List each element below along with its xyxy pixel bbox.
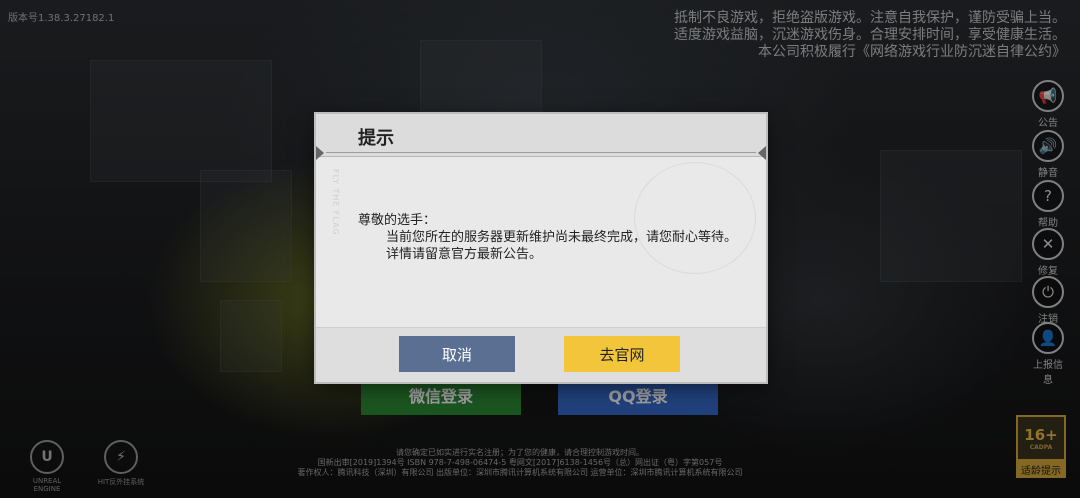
dialog-button-bar <box>316 327 766 382</box>
dialog-message: 尊敬的选手： 当前您所在的服务器更新维护尚未最终完成，请您耐心等待。详情请留意官… <box>358 212 738 263</box>
dialog-header: 提示 <box>316 114 766 157</box>
cancel-button[interactable]: 取消 <box>399 336 515 372</box>
notice-dialog: 提示 FLY THE FLAG 尊敬的选手： 当前您所在的服务器更新维护尚未最终… <box>316 114 766 382</box>
message-greeting: 尊敬的选手： <box>358 213 437 228</box>
message-body: 当前您所在的服务器更新维护尚未最终完成，请您耐心等待。详情请留意官方最新公告。 <box>386 230 738 262</box>
cancel-label: 取消 <box>441 345 472 364</box>
official-site-label: 去官网 <box>599 345 645 364</box>
dialog-title: 提示 <box>358 128 394 149</box>
header-divider <box>326 152 756 153</box>
dialog-watermark: FLY THE FLAG <box>331 169 340 236</box>
corner-marker-left-icon <box>316 146 324 160</box>
official-site-button[interactable]: 去官网 <box>564 336 680 372</box>
corner-marker-right-icon <box>758 146 766 160</box>
